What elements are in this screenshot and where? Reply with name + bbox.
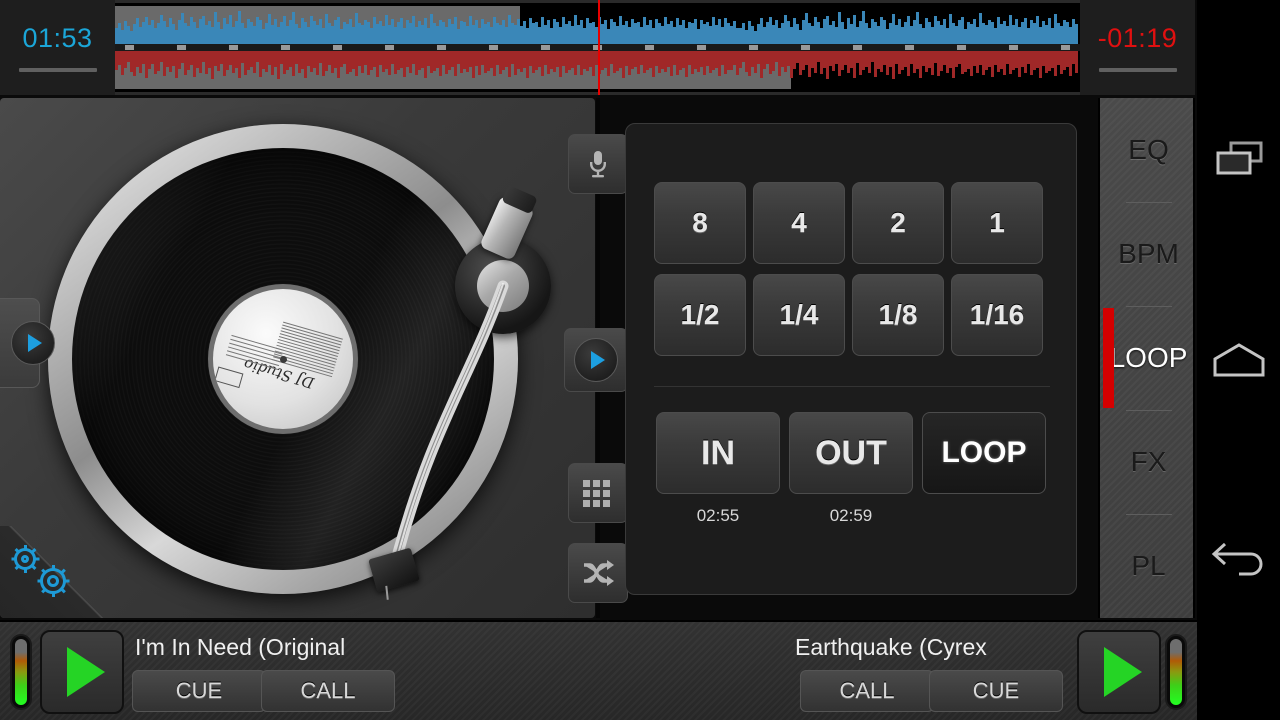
vu-meter-left-fill (15, 639, 27, 705)
loop-beats-sixteenth[interactable]: 1/16 (951, 274, 1043, 356)
microphone-icon (586, 149, 610, 179)
loop-beats-quarter[interactable]: 1/4 (753, 274, 845, 356)
cue-button-left[interactable]: CUE (132, 670, 266, 712)
settings-corner[interactable] (0, 526, 112, 618)
playhead-marker (598, 0, 600, 95)
track-title-left: I'm In Need (Original (135, 634, 345, 661)
remaining-time: -01:19 (1098, 23, 1178, 54)
android-navbar (1197, 0, 1280, 720)
turntable-deck[interactable]: DJ Studio (0, 98, 595, 618)
loop-beats-half[interactable]: 1/2 (654, 274, 746, 356)
platter[interactable]: DJ Studio (48, 124, 518, 594)
elapsed-time-box: 01:53 (0, 0, 115, 95)
tonearm-hub (477, 260, 529, 312)
call-button-left[interactable]: CALL (261, 670, 395, 712)
home-icon (1211, 341, 1267, 379)
elapsed-time-underline (19, 68, 97, 72)
waveform-bar: 01:53 -01:19 (0, 0, 1195, 95)
home-button[interactable] (1197, 315, 1280, 405)
loop-beats-eighth[interactable]: 1/8 (852, 274, 944, 356)
vu-meter-left (10, 634, 32, 710)
back-icon (1211, 538, 1267, 582)
recents-button[interactable] (1197, 115, 1280, 205)
back-button[interactable] (1197, 515, 1280, 605)
elapsed-time: 01:53 (22, 23, 92, 54)
shuffle-icon (582, 559, 614, 587)
vinyl-label-ring: DJ Studio (208, 284, 358, 434)
remaining-time-box: -01:19 (1080, 0, 1195, 95)
tool-column (568, 98, 628, 618)
rail-active-indicator (1103, 308, 1114, 408)
loop-panel: 8 4 2 1 1/2 1/4 1/8 1/16 IN OUT LOOP 02:… (625, 123, 1077, 595)
loop-out-time: 02:59 (789, 506, 913, 526)
panel-expand-arrow-icon[interactable] (574, 338, 618, 382)
recents-icon (1213, 139, 1265, 181)
mode-rail: EQBPMLOOPFXPL (1098, 98, 1195, 618)
grid-icon (582, 478, 615, 508)
gear-icon-large[interactable] (14, 548, 36, 570)
spindle-hole (280, 356, 287, 363)
grid-button[interactable] (568, 463, 628, 523)
transport-bar: I'm In Need (Original CUE CALL Earthquak… (0, 620, 1197, 720)
rail-item-bpm[interactable]: BPM (1100, 202, 1197, 306)
loop-in-time: 02:55 (656, 506, 780, 526)
play-button-right[interactable] (1077, 630, 1161, 714)
rail-item-loop[interactable]: LOOP (1100, 306, 1197, 410)
rail-item-pl[interactable]: PL (1100, 514, 1197, 618)
dj-app-root: 01:53 -01:19 DJ Studio (0, 0, 1280, 720)
remaining-time-underline (1099, 68, 1177, 72)
loop-out-button[interactable]: OUT (789, 412, 913, 494)
call-button-right[interactable]: CALL (800, 670, 934, 712)
loop-toggle-button[interactable]: LOOP (922, 412, 1046, 494)
cue-button-right[interactable]: CUE (929, 670, 1063, 712)
loop-beats-1[interactable]: 1 (951, 182, 1043, 264)
vinyl-label-badge (214, 366, 243, 388)
gear-icon-small[interactable] (40, 568, 66, 594)
shuffle-button[interactable] (568, 543, 628, 603)
vinyl-record[interactable]: DJ Studio (72, 148, 494, 570)
play-button-left[interactable] (40, 630, 124, 714)
loop-beats-8[interactable]: 8 (654, 182, 746, 264)
deck-expand-arrow-icon[interactable] (11, 321, 55, 365)
loop-in-button[interactable]: IN (656, 412, 780, 494)
microphone-button[interactable] (568, 134, 628, 194)
vu-meter-right (1165, 634, 1187, 710)
rail-item-eq[interactable]: EQ (1100, 98, 1197, 202)
deck-expand-panel[interactable] (0, 298, 40, 388)
vinyl-label: DJ Studio (213, 289, 353, 429)
loop-panel-divider (654, 386, 1050, 387)
rail-item-fx[interactable]: FX (1100, 410, 1197, 514)
vu-meter-right-fill (1170, 639, 1182, 705)
loop-beats-4[interactable]: 4 (753, 182, 845, 264)
loop-beats-2[interactable]: 2 (852, 182, 944, 264)
panel-expand-button[interactable] (564, 328, 628, 392)
track-title-right: Earthquake (Cyrex (795, 634, 987, 661)
waveform-display[interactable] (115, 0, 1080, 95)
